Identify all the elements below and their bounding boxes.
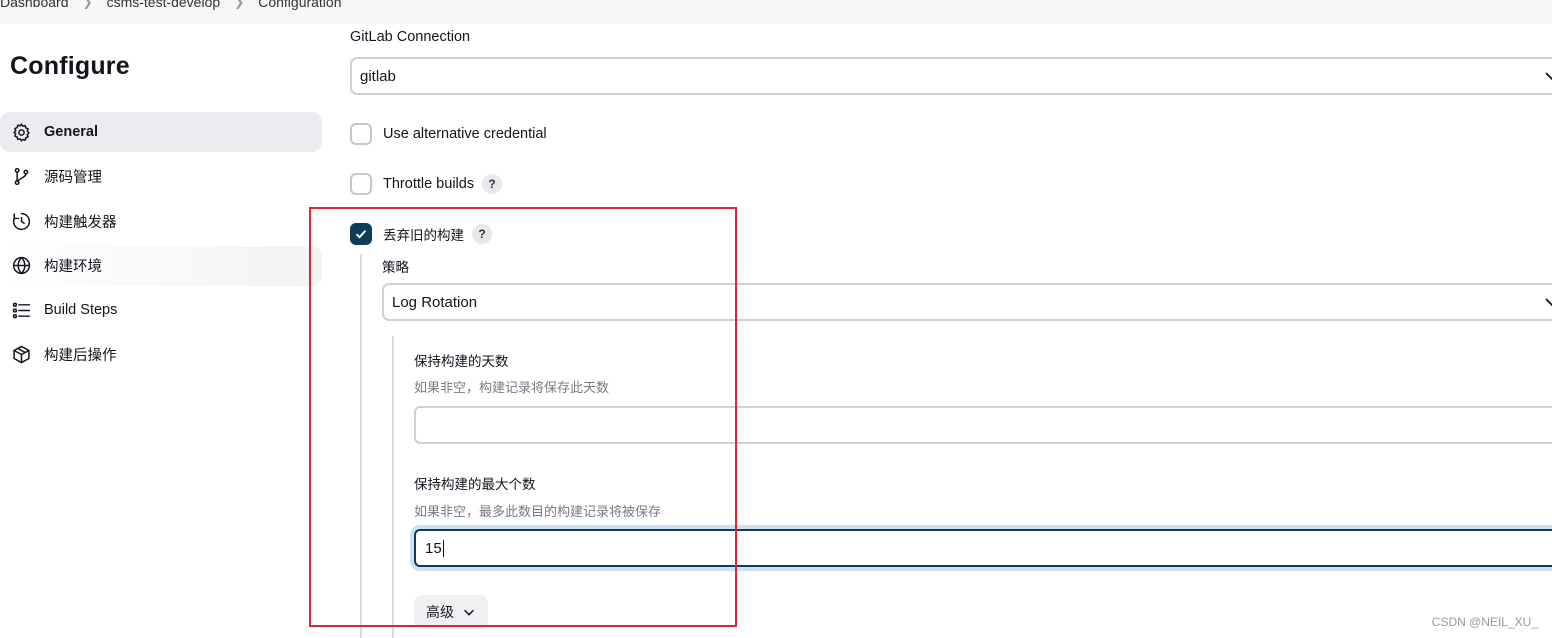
sidebar-item-general[interactable]: General: [0, 112, 322, 152]
sidebar-item-label: 源码管理: [44, 170, 102, 186]
check-icon: [355, 230, 367, 239]
sidebar-item-source-code[interactable]: 源码管理: [0, 157, 322, 197]
help-icon[interactable]: ?: [472, 224, 492, 244]
use-alt-credential-label[interactable]: Use alternative credential: [383, 126, 547, 142]
sidebar-item-build-triggers[interactable]: 构建触发器: [0, 201, 322, 241]
strategy-value: Log Rotation: [392, 293, 478, 311]
days-to-keep-input[interactable]: [414, 406, 1552, 444]
globe-icon: [10, 255, 32, 277]
breadcrumb-project[interactable]: csms-test-develop: [107, 0, 221, 10]
sidebar-item-build-steps[interactable]: Build Steps: [0, 290, 322, 330]
gitlab-connection-label: GitLab Connection: [350, 29, 471, 45]
strategy-select[interactable]: Log Rotation: [382, 283, 1552, 321]
breadcrumb: Dashboard ❯ csms-test-develop ❯ Configur…: [0, 0, 342, 10]
discard-old-builds-label[interactable]: 丢弃旧的构建: [383, 224, 464, 244]
max-builds-input[interactable]: 15 ▲▼: [414, 529, 1552, 567]
nested-section-line: [392, 336, 394, 638]
sidebar-item-label: Build Steps: [44, 302, 118, 318]
watermark: CSDN @NEIL_XU_: [1431, 615, 1538, 629]
breadcrumb-chevron-icon: ❯: [234, 0, 245, 9]
days-to-keep-description: 如果非空，构建记录将保存此天数: [414, 380, 610, 395]
text-caret: [442, 539, 444, 557]
nested-section-line: [360, 254, 362, 638]
chevron-down-icon: [1545, 72, 1552, 81]
sidebar-item-post-build[interactable]: 构建后操作: [0, 335, 322, 375]
config-form: GitLab Connection gitlab Use alternative…: [350, 0, 1552, 638]
list-icon: [10, 299, 32, 321]
page-title: Configure: [10, 52, 130, 80]
discard-old-builds-checkbox[interactable]: [350, 223, 372, 245]
chevron-down-icon: [1545, 298, 1552, 307]
throttle-builds-checkbox[interactable]: [350, 173, 372, 195]
advanced-button[interactable]: 高级: [414, 595, 488, 629]
branch-icon: [10, 166, 32, 188]
throttle-builds-row: Throttle builds ?: [350, 173, 503, 195]
sidebar-item-label: General: [44, 124, 98, 140]
sidebar-item-label: 构建触发器: [44, 214, 117, 231]
breadcrumb-configuration[interactable]: Configuration: [258, 0, 341, 10]
gear-icon: [10, 121, 32, 143]
discard-old-builds-row: 丢弃旧的构建 ?: [350, 223, 492, 245]
help-icon[interactable]: ?: [482, 174, 503, 194]
sidebar: General 源码管理 构建触发器 构建环境 Build Steps 构建后操…: [0, 112, 322, 379]
package-icon: [10, 344, 32, 366]
gitlab-connection-select[interactable]: gitlab: [350, 57, 1552, 95]
throttle-builds-label[interactable]: Throttle builds: [383, 176, 474, 192]
chevron-down-icon: [464, 609, 474, 616]
sidebar-item-label: 构建后操作: [44, 348, 117, 364]
max-builds-description: 如果非空，最多此数目的构建记录将被保存: [414, 504, 662, 519]
max-builds-value: 15: [425, 539, 442, 557]
strategy-label: 策略: [382, 260, 409, 275]
sidebar-item-build-environment[interactable]: 构建环境: [0, 245, 322, 286]
advanced-label: 高级: [426, 604, 454, 620]
use-alt-credential-checkbox[interactable]: [350, 123, 372, 145]
sidebar-item-label: 构建环境: [44, 259, 102, 275]
breadcrumb-chevron-icon: ❯: [82, 0, 93, 9]
clock-icon: [10, 210, 32, 232]
max-builds-title: 保持构建的最大个数: [414, 477, 536, 492]
use-alt-credential-row: Use alternative credential: [350, 123, 547, 145]
gitlab-connection-value: gitlab: [360, 67, 396, 85]
days-to-keep-title: 保持构建的天数: [414, 354, 509, 369]
breadcrumb-dashboard[interactable]: Dashboard: [0, 0, 69, 10]
